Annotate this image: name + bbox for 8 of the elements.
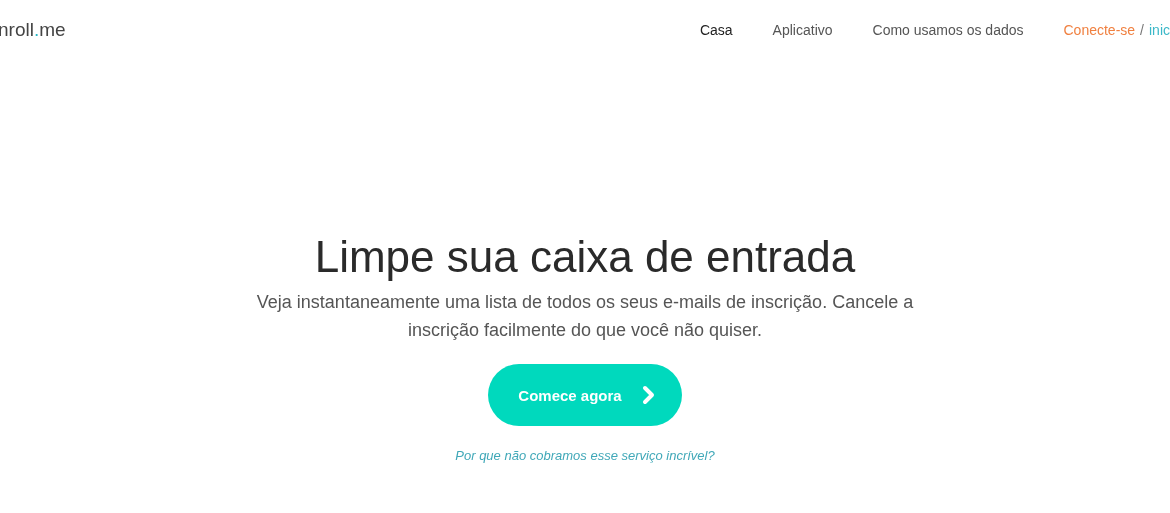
nav-link[interactable]: Como usamos os dados <box>872 22 1024 38</box>
nav-link[interactable]: Casa <box>699 22 733 38</box>
separator: / <box>1140 22 1144 38</box>
logo[interactable]: nroll.me <box>0 19 66 41</box>
hero-subtitle: Veja instantaneamente uma lista de todos os seus e-mails de inscrição. Cancele a inscrição facilmente do que você não quiser. <box>255 291 915 342</box>
hero-title: Limpe sua caixa de entrada <box>314 232 856 282</box>
chevron-right-icon <box>641 385 656 405</box>
nav-link[interactable]: Aplicativo <box>772 22 833 38</box>
